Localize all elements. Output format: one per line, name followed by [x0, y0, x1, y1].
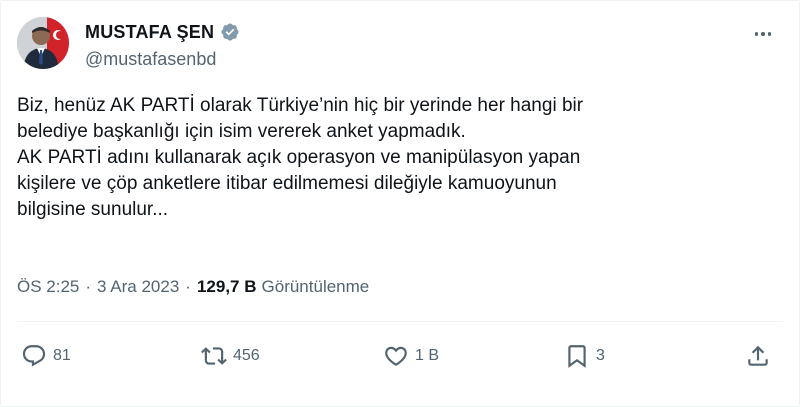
author-display-name[interactable]: MUSTAFA ŞEN — [85, 22, 214, 43]
tweet-text-line: bilgisine sunulur... — [17, 199, 169, 220]
meta-separator: · — [185, 277, 191, 296]
author-handle[interactable]: @mustafasenbd — [85, 49, 216, 70]
like-button[interactable]: 1 B — [383, 343, 439, 369]
bookmark-button[interactable]: 3 — [564, 343, 605, 369]
author-name-row[interactable]: MUSTAFA ŞEN — [85, 20, 240, 44]
share-button[interactable] — [745, 343, 771, 369]
tweet-date[interactable]: 3 Ara 2023 — [97, 277, 179, 297]
like-count: 1 B — [415, 347, 440, 364]
more-options-icon[interactable] — [751, 24, 775, 44]
bookmark-count: 3 — [596, 347, 605, 364]
retweet-count: 456 — [233, 347, 260, 364]
bookmark-icon — [568, 345, 586, 368]
divider — [17, 321, 783, 322]
retweet-icon — [201, 347, 227, 365]
tweet-text-line: kişilere ve çöp anketlere itibar edilmem… — [17, 173, 557, 194]
retweet-button[interactable]: 456 — [201, 343, 260, 369]
reply-count: 81 — [53, 347, 71, 364]
avatar[interactable] — [17, 17, 69, 69]
verified-badge-icon — [220, 22, 240, 42]
tweet-text-line: Biz, henüz AK PARTİ olarak Türkiye’nin h… — [17, 95, 584, 116]
share-icon — [748, 345, 768, 366]
meta-separator: · — [85, 277, 92, 296]
tweet-text-line: AK PARTİ adını kullanarak açık operasyon… — [17, 147, 581, 168]
tweet-text-line: belediye başkanlığı için isim vererek an… — [17, 121, 466, 142]
reply-button[interactable]: 81 — [21, 343, 71, 369]
tweet-time[interactable]: ÖS 2:25 — [17, 277, 79, 297]
heart-icon — [385, 346, 407, 366]
tweet-meta: ÖS 2:25 · 3 Ara 2023 · 129,7 B Görüntüle… — [17, 277, 369, 297]
views-count[interactable]: 129,7 B — [197, 277, 257, 297]
views-label[interactable]: Görüntülenme — [262, 277, 370, 297]
tweet-card: MUSTAFA ŞEN @mustafasenbd Biz, henüz AK … — [0, 0, 800, 407]
action-bar: 81 456 1 B 3 — [1, 337, 800, 377]
reply-icon — [22, 345, 46, 367]
tweet-text: Biz, henüz AK PARTİ olarak Türkiye’nin h… — [17, 93, 787, 223]
